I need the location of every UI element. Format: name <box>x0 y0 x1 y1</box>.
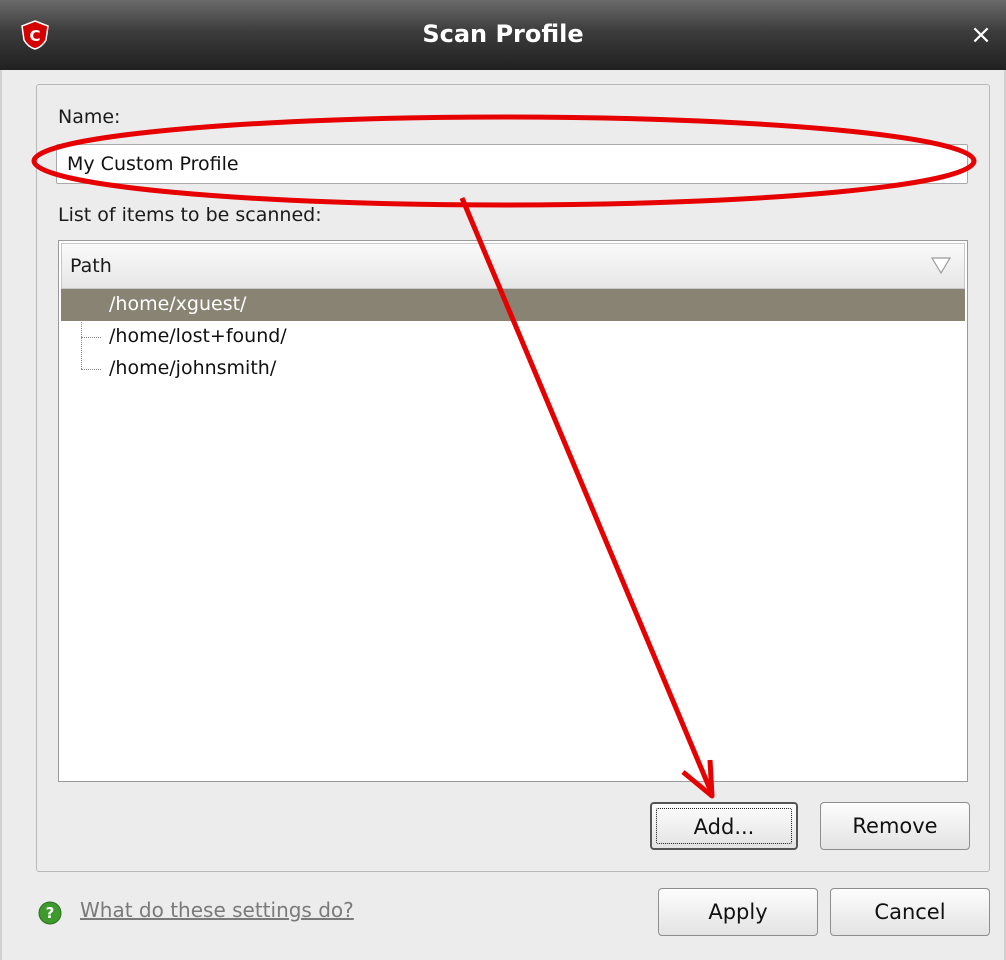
name-label: Name: <box>58 106 121 128</box>
apply-button[interactable]: Apply <box>658 888 818 936</box>
path-label: /home/johnsmith/ <box>109 357 277 379</box>
scan-items-list[interactable]: Path /home/xguest/ /home/lost+found/ /ho… <box>58 240 968 782</box>
add-button[interactable]: Add... <box>650 802 798 850</box>
focus-ring <box>656 808 792 844</box>
help-link[interactable]: What do these settings do? <box>80 898 354 922</box>
cancel-button[interactable]: Cancel <box>830 888 990 936</box>
close-button[interactable]: × <box>964 18 998 52</box>
sort-triangle-icon[interactable] <box>930 254 952 276</box>
list-item[interactable]: /home/johnsmith/ <box>61 353 965 385</box>
help-question-icon[interactable]: ? <box>38 901 62 925</box>
scan-profile-dialog: C Scan Profile × Name: My Custom Profile… <box>0 0 1006 960</box>
window-title: Scan Profile <box>422 20 584 48</box>
profile-name-input[interactable]: My Custom Profile <box>56 144 968 184</box>
path-label: /home/lost+found/ <box>109 325 287 347</box>
cancel-button-label: Cancel <box>874 900 946 924</box>
items-list-label: List of items to be scanned: <box>58 204 322 226</box>
svg-text:?: ? <box>46 904 55 922</box>
column-header-label: Path <box>70 255 112 277</box>
apply-button-label: Apply <box>708 900 768 924</box>
title-bar[interactable]: C Scan Profile × <box>0 0 1006 70</box>
path-label: /home/xguest/ <box>109 293 247 315</box>
list-item[interactable]: /home/lost+found/ <box>61 321 965 353</box>
list-item[interactable]: /home/xguest/ <box>61 289 965 321</box>
remove-button-label: Remove <box>852 814 938 838</box>
column-header-path[interactable]: Path <box>61 243 965 289</box>
remove-button[interactable]: Remove <box>820 802 970 850</box>
